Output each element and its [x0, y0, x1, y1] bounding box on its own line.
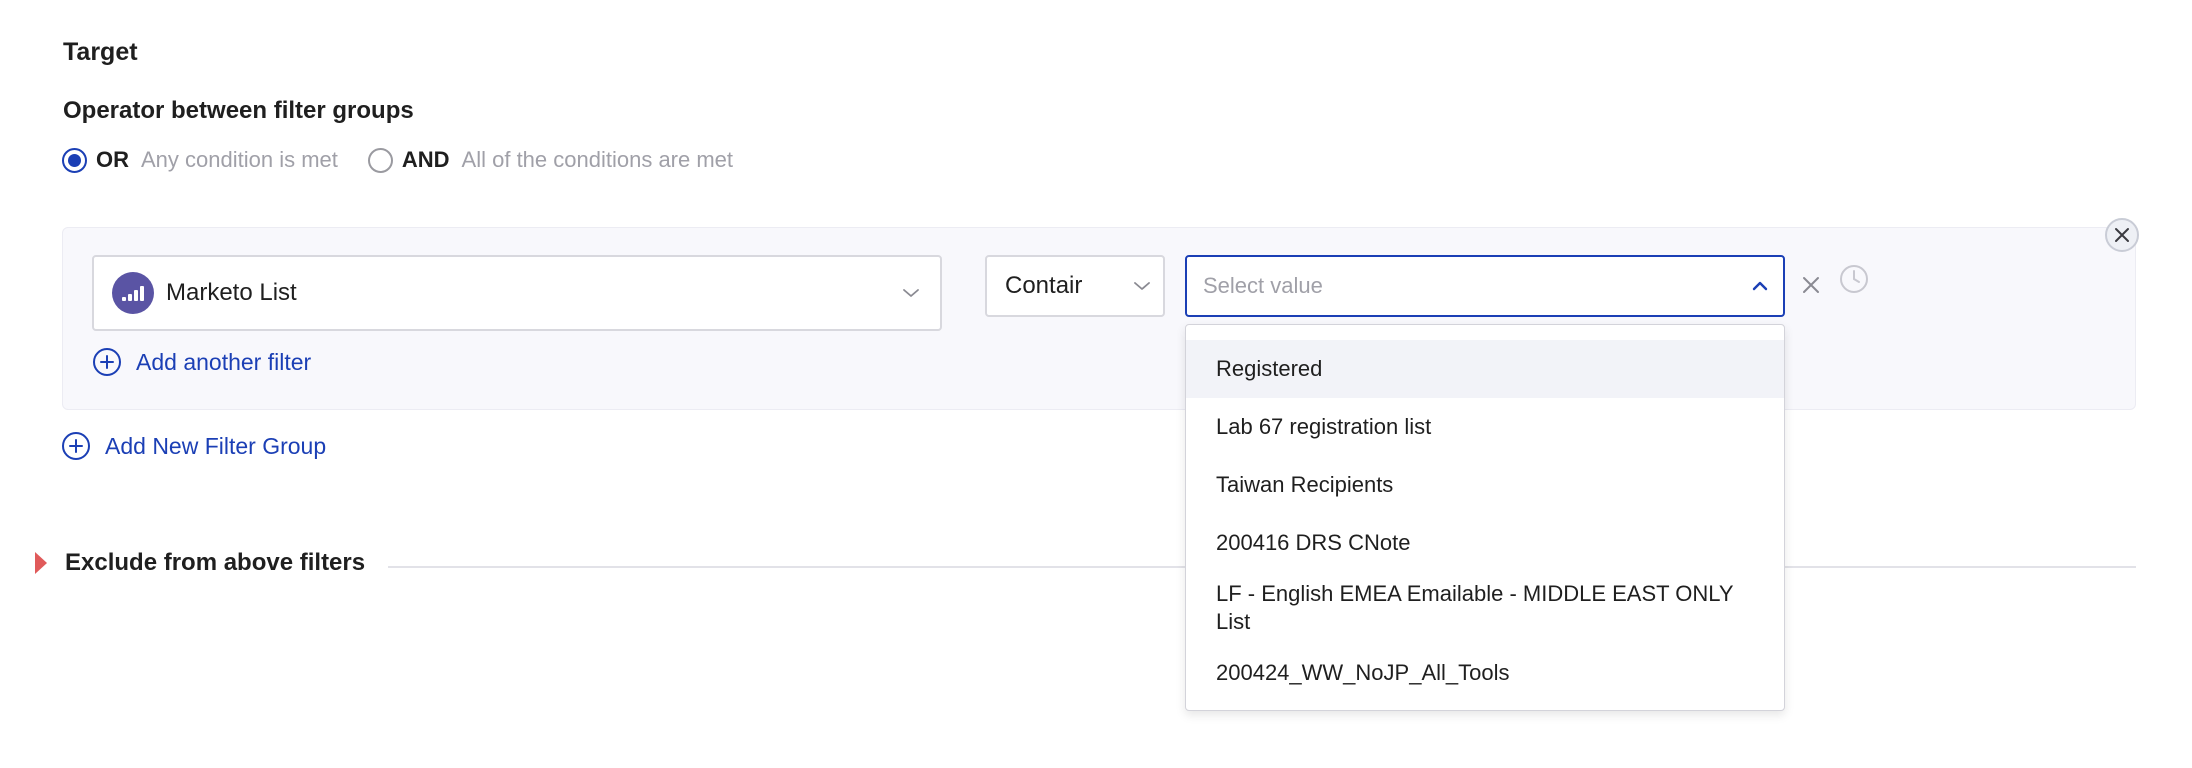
close-icon [2115, 228, 2129, 242]
radio-and[interactable] [367, 147, 393, 173]
dropdown-option[interactable]: Taiwan Recipients [1186, 456, 1784, 514]
radio-and-label[interactable]: AND [402, 147, 450, 173]
dropdown-option[interactable]: Registered [1186, 340, 1784, 398]
exclude-section-toggle[interactable]: Exclude from above filters [35, 549, 365, 577]
dropdown-option[interactable]: 200424_WW_NoJP_All_Tools [1186, 644, 1784, 702]
value-select[interactable] [1185, 255, 1785, 317]
add-another-filter-button[interactable]: Add another filter [92, 347, 311, 377]
dropdown-option[interactable]: 200416 DRS CNote [1186, 514, 1784, 572]
value-input[interactable] [1203, 273, 1751, 299]
operator-select[interactable]: Contair [985, 255, 1165, 317]
operator-radio-group: OR Any condition is met AND All of the c… [62, 145, 733, 175]
remove-group-button[interactable] [2105, 218, 2139, 252]
chevron-down-icon [903, 289, 919, 297]
add-filter-group-label: Add New Filter Group [105, 432, 327, 459]
field-select[interactable]: Marketo List [92, 255, 942, 331]
chevron-down-icon [1134, 282, 1150, 290]
caret-right-icon [35, 552, 47, 574]
radio-and-description: All of the conditions are met [461, 147, 734, 172]
radio-or-label[interactable]: OR [96, 147, 129, 173]
chevron-up-icon [1752, 281, 1768, 291]
add-circle-icon [93, 348, 121, 376]
dropdown-option[interactable]: Lab 67 registration list [1186, 398, 1784, 456]
clock-icon[interactable] [1838, 263, 1870, 295]
dropdown-option[interactable]: LF - English EMEA Emailable - MIDDLE EAS… [1186, 572, 1784, 644]
add-circle-icon [62, 432, 90, 460]
section-title: Target [63, 38, 138, 66]
field-select-label: Marketo List [166, 279, 297, 306]
operator-select-label: Contair [1005, 272, 1083, 299]
target-panel: Target Operator between filter groups OR… [0, 0, 2192, 768]
close-icon [1803, 277, 1819, 293]
operator-heading: Operator between filter groups [63, 97, 414, 124]
clear-filter-button[interactable] [1798, 272, 1824, 298]
radio-or[interactable] [62, 147, 87, 173]
radio-or-description: Any condition is met [141, 147, 338, 172]
exclude-section-label: Exclude from above filters [65, 549, 366, 576]
value-dropdown: Registered Lab 67 registration list Taiw… [1185, 324, 1785, 711]
add-filter-group-button[interactable]: Add New Filter Group [61, 431, 326, 461]
marketo-logo-icon [112, 272, 154, 314]
add-another-filter-label: Add another filter [136, 348, 312, 375]
